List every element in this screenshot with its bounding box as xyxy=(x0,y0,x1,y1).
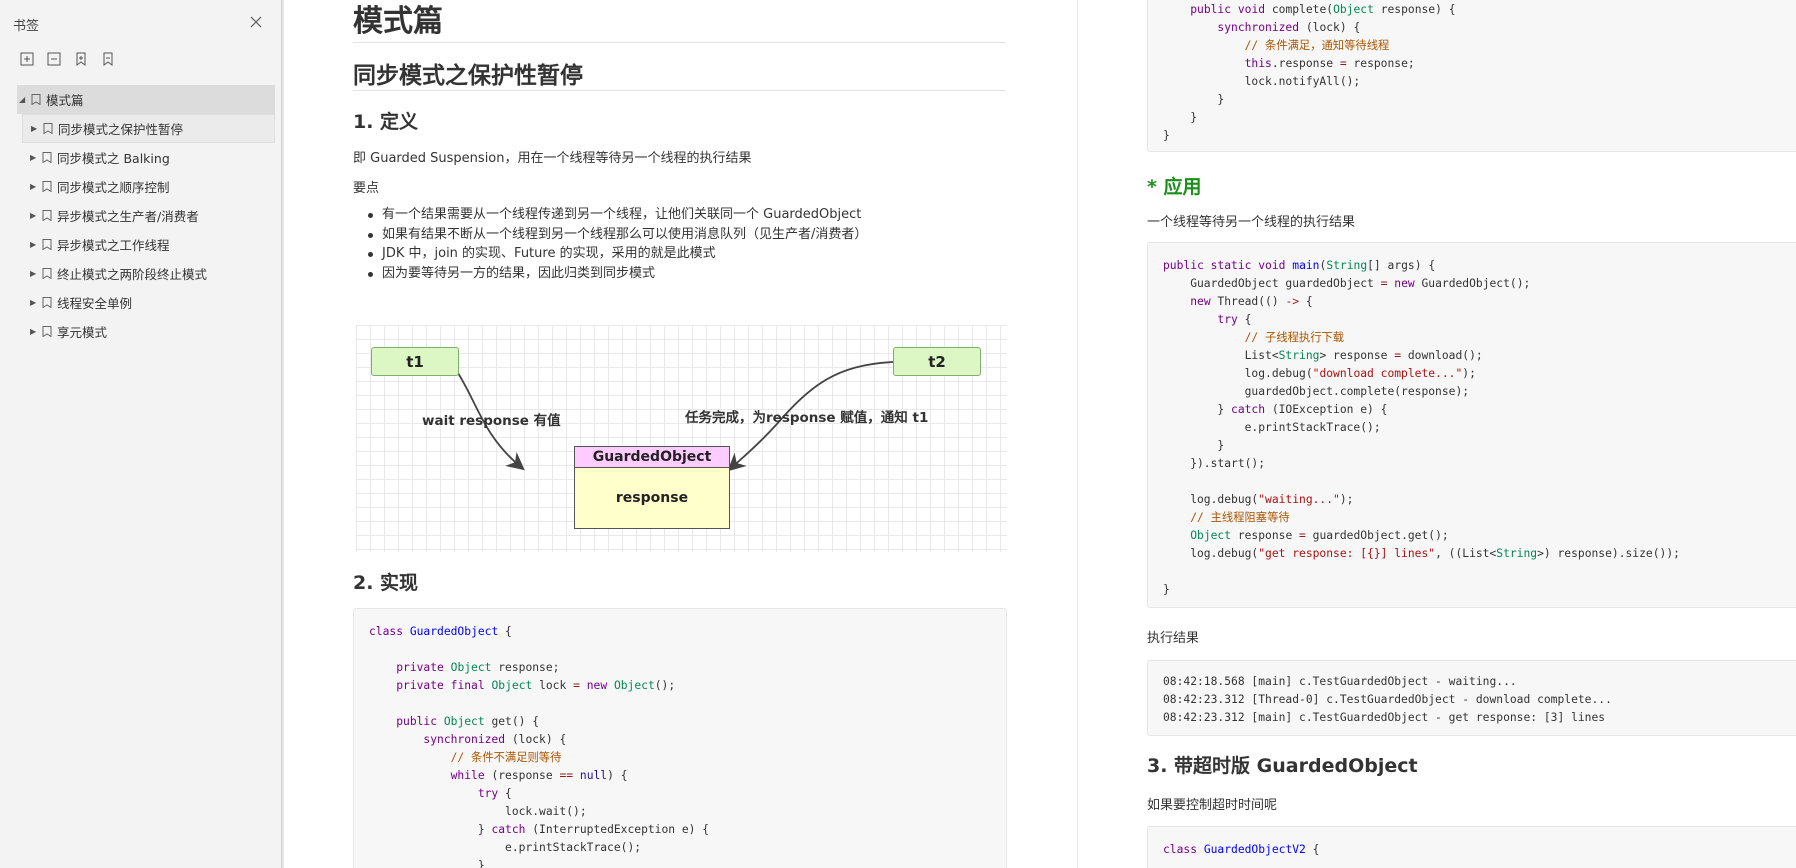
close-icon[interactable] xyxy=(248,14,264,30)
code-block-v2: class GuardedObjectV2 { xyxy=(1147,826,1796,868)
sidebar-title: 书签 xyxy=(13,19,40,34)
bookmark-item[interactable]: ▶ 线程安全单例 xyxy=(22,288,275,317)
thread-t1-box: t1 xyxy=(371,347,459,376)
page-title: 模式篇 xyxy=(353,4,443,39)
output-line: 08:42:23.312 [main] c.TestGuardedObject … xyxy=(1163,711,1606,724)
sidebar-toolbar xyxy=(18,50,116,67)
expand-all-icon[interactable] xyxy=(18,50,35,67)
bookmark-item[interactable]: ▶ 同步模式之 Balking xyxy=(22,143,275,172)
bookmark-icon xyxy=(43,123,53,134)
output-line: 08:42:18.568 [main] c.TestGuardedObject … xyxy=(1163,675,1517,688)
subsection-heading-timeout: 3. 带超时版 GuardedObject xyxy=(1147,755,1418,777)
collapsed-triangle-icon[interactable]: ▶ xyxy=(30,153,42,162)
collapsed-triangle-icon[interactable]: ▶ xyxy=(31,124,43,133)
collapsed-triangle-icon[interactable]: ▶ xyxy=(30,240,42,249)
bookmark-label: 线程安全单例 xyxy=(57,296,133,311)
bookmark-icon xyxy=(42,152,52,163)
code-block-complete: public void complete(Object response) { … xyxy=(1147,0,1796,152)
code-block-guarded-object: class GuardedObject { private Object res… xyxy=(353,608,1007,868)
wait-label: wait response 有值 xyxy=(422,413,561,429)
bookmark-label: 享元模式 xyxy=(57,325,108,340)
code-block-output: 08:42:18.568 [main] c.TestGuardedObject … xyxy=(1147,660,1796,736)
bookmark-label: 同步模式之顺序控制 xyxy=(57,180,170,195)
collapse-all-icon[interactable] xyxy=(45,50,62,67)
bookmark-label: 异步模式之工作线程 xyxy=(57,238,170,253)
bookmark-item-root[interactable]: ◢ 模式篇 xyxy=(17,85,275,114)
bookmark-icon xyxy=(31,94,41,105)
bookmark-label: 同步模式之 Balking xyxy=(57,151,170,166)
subsection-heading-definition: 1. 定义 xyxy=(353,111,419,133)
divider xyxy=(353,90,1006,91)
bookmark-icon xyxy=(42,181,52,192)
bookmark-sidebar: 书签 ◢ 模式篇 ▶ 同步模式之保护性暂停 ▶ 同步模式之 Balking ▶ … xyxy=(0,0,282,868)
list-item: 因为要等待另一方的结果，因此归类到同步模式 xyxy=(353,264,867,284)
collapsed-triangle-icon[interactable]: ▶ xyxy=(30,269,42,278)
bookmark-label: 同步模式之保护性暂停 xyxy=(58,122,184,137)
add-bookmark-icon[interactable] xyxy=(72,50,89,67)
collapsed-triangle-icon[interactable]: ▶ xyxy=(30,211,42,220)
timeout-text: 如果要控制超时时间呢 xyxy=(1147,798,1278,813)
apply-text: 一个线程等待另一个线程的执行结果 xyxy=(1147,215,1356,230)
bookmark-item[interactable]: ▶ 享元模式 xyxy=(22,317,275,346)
subsection-heading-implementation: 2. 实现 xyxy=(353,572,419,594)
remove-bookmark-icon[interactable] xyxy=(99,50,116,67)
list-item: 有一个结果需要从一个线程传递到另一个线程，让他们关联同一个 GuardedObj… xyxy=(353,205,867,225)
points-title: 要点 xyxy=(353,181,380,196)
bookmark-icon xyxy=(42,268,52,279)
collapsed-triangle-icon[interactable]: ▶ xyxy=(30,327,42,336)
code-block-main: public static void main(String[] args) {… xyxy=(1147,242,1796,608)
expanded-triangle-icon[interactable]: ◢ xyxy=(19,95,31,104)
thread-t2-box: t2 xyxy=(893,347,981,376)
bookmark-icon xyxy=(42,297,52,308)
bookmark-item[interactable]: ▶ 同步模式之顺序控制 xyxy=(22,172,275,201)
bookmark-item[interactable]: ▶ 终止模式之两阶段终止模式 xyxy=(22,259,275,288)
bookmark-item[interactable]: ▶ 同步模式之保护性暂停 xyxy=(22,114,275,143)
bookmark-tree: ◢ 模式篇 ▶ 同步模式之保护性暂停 ▶ 同步模式之 Balking ▶ 同步模… xyxy=(0,85,282,346)
list-item: JDK 中，join 的实现、Future 的实现，采用的就是此模式 xyxy=(353,244,867,264)
bookmark-item[interactable]: ▶ 异步模式之生产者/消费者 xyxy=(22,201,275,230)
divider xyxy=(353,42,1006,43)
complete-label: 任务完成，为response 赋值，通知 t1 xyxy=(685,410,929,426)
bookmark-label: 终止模式之两阶段终止模式 xyxy=(57,267,208,282)
list-item: 如果有结果不断从一个线程到另一个线程那么可以使用消息队列（见生产者/消费者） xyxy=(353,225,867,245)
bookmark-label: 异步模式之生产者/消费者 xyxy=(57,209,199,224)
guarded-object-title: GuardedObject xyxy=(574,446,730,468)
subsection-heading-apply: * 应用 xyxy=(1147,176,1202,198)
guarded-object-field: response xyxy=(574,467,730,529)
bookmark-icon xyxy=(42,326,52,337)
definition-text: 即 Guarded Suspension，用在一个线程等待另一个线程的执行结果 xyxy=(353,151,752,166)
bookmark-item[interactable]: ▶ 异步模式之工作线程 xyxy=(22,230,275,259)
output-line: 08:42:23.312 [Thread-0] c.TestGuardedObj… xyxy=(1163,693,1612,706)
bookmark-icon xyxy=(42,239,52,250)
collapsed-triangle-icon[interactable]: ▶ xyxy=(30,298,42,307)
result-label: 执行结果 xyxy=(1147,631,1200,646)
guarded-suspension-diagram: t1 t2 wait response 有值 任务完成，为response 赋值… xyxy=(356,325,1007,552)
points-list: 有一个结果需要从一个线程传递到另一个线程，让他们关联同一个 GuardedObj… xyxy=(353,205,867,283)
section-heading: 同步模式之保护性暂停 xyxy=(353,63,583,89)
document-page-right: public void complete(Object response) { … xyxy=(1078,0,1796,868)
bookmark-label: 模式篇 xyxy=(46,93,84,108)
bookmark-icon xyxy=(42,210,52,221)
collapsed-triangle-icon[interactable]: ▶ xyxy=(30,182,42,191)
